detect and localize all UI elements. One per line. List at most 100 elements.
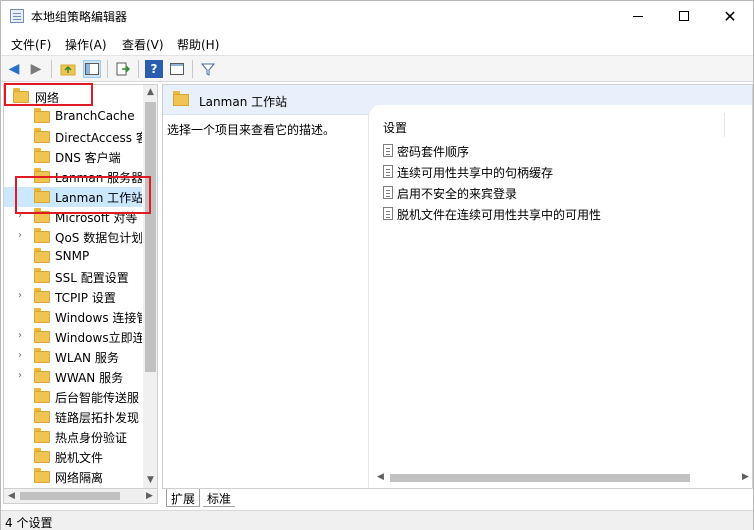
scroll-down-icon[interactable]: ▼ [143, 473, 157, 488]
folder-icon [34, 408, 50, 423]
tree-item[interactable]: 脱机文件 [4, 447, 142, 467]
column-header-setting[interactable]: 设置 [383, 119, 407, 136]
maximize-button[interactable] [661, 1, 707, 31]
scroll-thumb[interactable] [390, 474, 690, 482]
navigation-tree: 网络 BranchCache DirectAccess 客 DNS 客户端 Lanma… [3, 84, 158, 489]
folder-icon [34, 308, 50, 323]
setting-label: 启用不安全的来宾登录 [397, 187, 518, 201]
up-folder-icon[interactable] [59, 60, 77, 78]
tree-item[interactable]: › TCPIP 设置 [4, 287, 142, 307]
tree-item[interactable]: DNS 客户端 [4, 147, 142, 167]
scroll-left-icon[interactable]: ◀ [4, 489, 19, 503]
policy-editor-icon [10, 9, 24, 23]
tree-item[interactable]: Windows 连接管 [4, 307, 142, 327]
close-button[interactable]: ✕ [707, 1, 753, 31]
tree-item-label: BranchCache [55, 109, 135, 123]
menu-view[interactable]: 查看(V) [122, 36, 164, 53]
tree-item[interactable]: BranchCache [4, 107, 142, 127]
tree-item-label: WLAN 服务 [55, 351, 119, 365]
tree-item-label: 后台智能传送服 [55, 391, 140, 405]
details-pane: Lanman 工作站 选择一个项目来查看它的描述。 设置 密码套件顺序 连续可用性… [162, 84, 753, 489]
show-hide-tree-icon[interactable] [83, 60, 101, 78]
tree-item[interactable]: › WLAN 服务 [4, 347, 142, 367]
folder-icon [34, 148, 50, 163]
tree-item[interactable]: › QoS 数据包计划 [4, 227, 142, 247]
tree-item-label: DirectAccess 客 [55, 131, 142, 145]
folder-icon [34, 388, 50, 403]
expand-arrow-icon[interactable]: › [18, 330, 22, 341]
tree-item[interactable]: 热点身份验证 [4, 427, 142, 447]
menu-file[interactable]: 文件(F) [11, 36, 51, 53]
expand-arrow-icon[interactable]: › [18, 370, 22, 381]
expand-arrow-icon[interactable]: › [18, 290, 22, 301]
setting-label: 连续可用性共享中的句柄缓存 [397, 166, 554, 180]
tree-item[interactable]: › Windows立即连 [4, 327, 142, 347]
tree-item[interactable]: SSL 配置设置 [4, 267, 142, 287]
maximize-icon [679, 11, 689, 21]
column-divider[interactable] [724, 113, 725, 137]
policy-setting-icon [383, 186, 393, 199]
tree-item[interactable]: 网络隔离 [4, 467, 142, 487]
scroll-right-icon[interactable]: ▶ [142, 489, 157, 503]
view-tabs: 扩展 标准 [162, 489, 753, 509]
properties-icon[interactable] [168, 60, 186, 78]
toolbar-separator [107, 60, 108, 78]
status-bar: 4 个设置 [1, 510, 753, 530]
expand-arrow-icon[interactable]: › [18, 230, 22, 241]
tab-extended[interactable]: 扩展 [166, 489, 201, 507]
toolbar: ◀ ▶ ? [1, 55, 753, 82]
description-text: 选择一个项目来查看它的描述。 [167, 123, 336, 137]
scroll-thumb[interactable] [20, 492, 120, 500]
scroll-thumb[interactable] [145, 102, 156, 372]
title-bar: 本地组策略编辑器 ✕ [1, 1, 753, 32]
folder-icon [34, 368, 50, 383]
menu-action[interactable]: 操作(A) [65, 36, 107, 53]
details-horizontal-scrollbar[interactable]: ◀ ▶ [373, 470, 752, 485]
policy-setting-icon [383, 165, 393, 178]
setting-label: 脱机文件在连续可用性共享中的可用性 [397, 208, 602, 222]
minimize-button[interactable] [615, 1, 661, 31]
policy-setting-icon [383, 144, 393, 157]
tree-item[interactable]: 后台智能传送服 [4, 387, 142, 407]
scroll-right-icon[interactable]: ▶ [738, 470, 752, 485]
tree-item-label: QoS 数据包计划 [55, 231, 142, 245]
toolbar-separator [192, 60, 193, 78]
scroll-up-icon[interactable]: ▲ [143, 85, 157, 100]
window-title: 本地组策略编辑器 [31, 10, 128, 24]
tree-item-label: Windows 连接管 [55, 311, 142, 325]
tree-vertical-scrollbar[interactable]: ▲ ▼ [143, 85, 157, 488]
folder-icon [34, 108, 50, 123]
tree-item-label: DNS 客户端 [55, 151, 121, 165]
tree-item[interactable]: DirectAccess 客 [4, 127, 142, 147]
expand-arrow-icon[interactable]: › [18, 350, 22, 361]
menu-bar: 文件(F) 操作(A) 查看(V) 帮助(H) [1, 32, 753, 54]
window: 本地组策略编辑器 ✕ 文件(F) 操作(A) 查看(V) 帮助(H) ◀ ▶ ? [0, 0, 754, 530]
folder-icon [34, 248, 50, 263]
tree-item[interactable]: SNMP [4, 247, 142, 267]
folder-icon [34, 328, 50, 343]
folder-icon [34, 288, 50, 303]
folder-icon [34, 268, 50, 283]
help-icon[interactable]: ? [145, 60, 163, 78]
toolbar-separator [138, 60, 139, 78]
menu-help[interactable]: 帮助(H) [177, 36, 219, 53]
annotation-box-network [4, 83, 93, 106]
close-icon: ✕ [723, 6, 737, 26]
tree-horizontal-scrollbar[interactable]: ◀ ▶ [3, 489, 158, 504]
tab-standard[interactable]: 标准 [203, 489, 236, 507]
tree-item-label: 网络隔离 [55, 471, 104, 485]
tree-item[interactable]: › WWAN 服务 [4, 367, 142, 387]
tree-item-label: TCPIP 设置 [55, 291, 116, 305]
filter-icon[interactable] [199, 60, 217, 78]
scroll-left-icon[interactable]: ◀ [373, 470, 388, 485]
tree-item-label: 链路层拓扑发现 [55, 411, 140, 425]
back-icon[interactable]: ◀ [5, 60, 23, 78]
forward-icon[interactable]: ▶ [27, 60, 45, 78]
folder-icon [34, 348, 50, 363]
folder-icon [34, 448, 50, 463]
tree-item[interactable]: 链路层拓扑发现 [4, 407, 142, 427]
setting-label: 密码套件顺序 [397, 145, 470, 159]
export-list-icon[interactable] [114, 60, 132, 78]
annotation-box-lanman-workstation [15, 176, 151, 214]
folder-icon [34, 468, 50, 483]
